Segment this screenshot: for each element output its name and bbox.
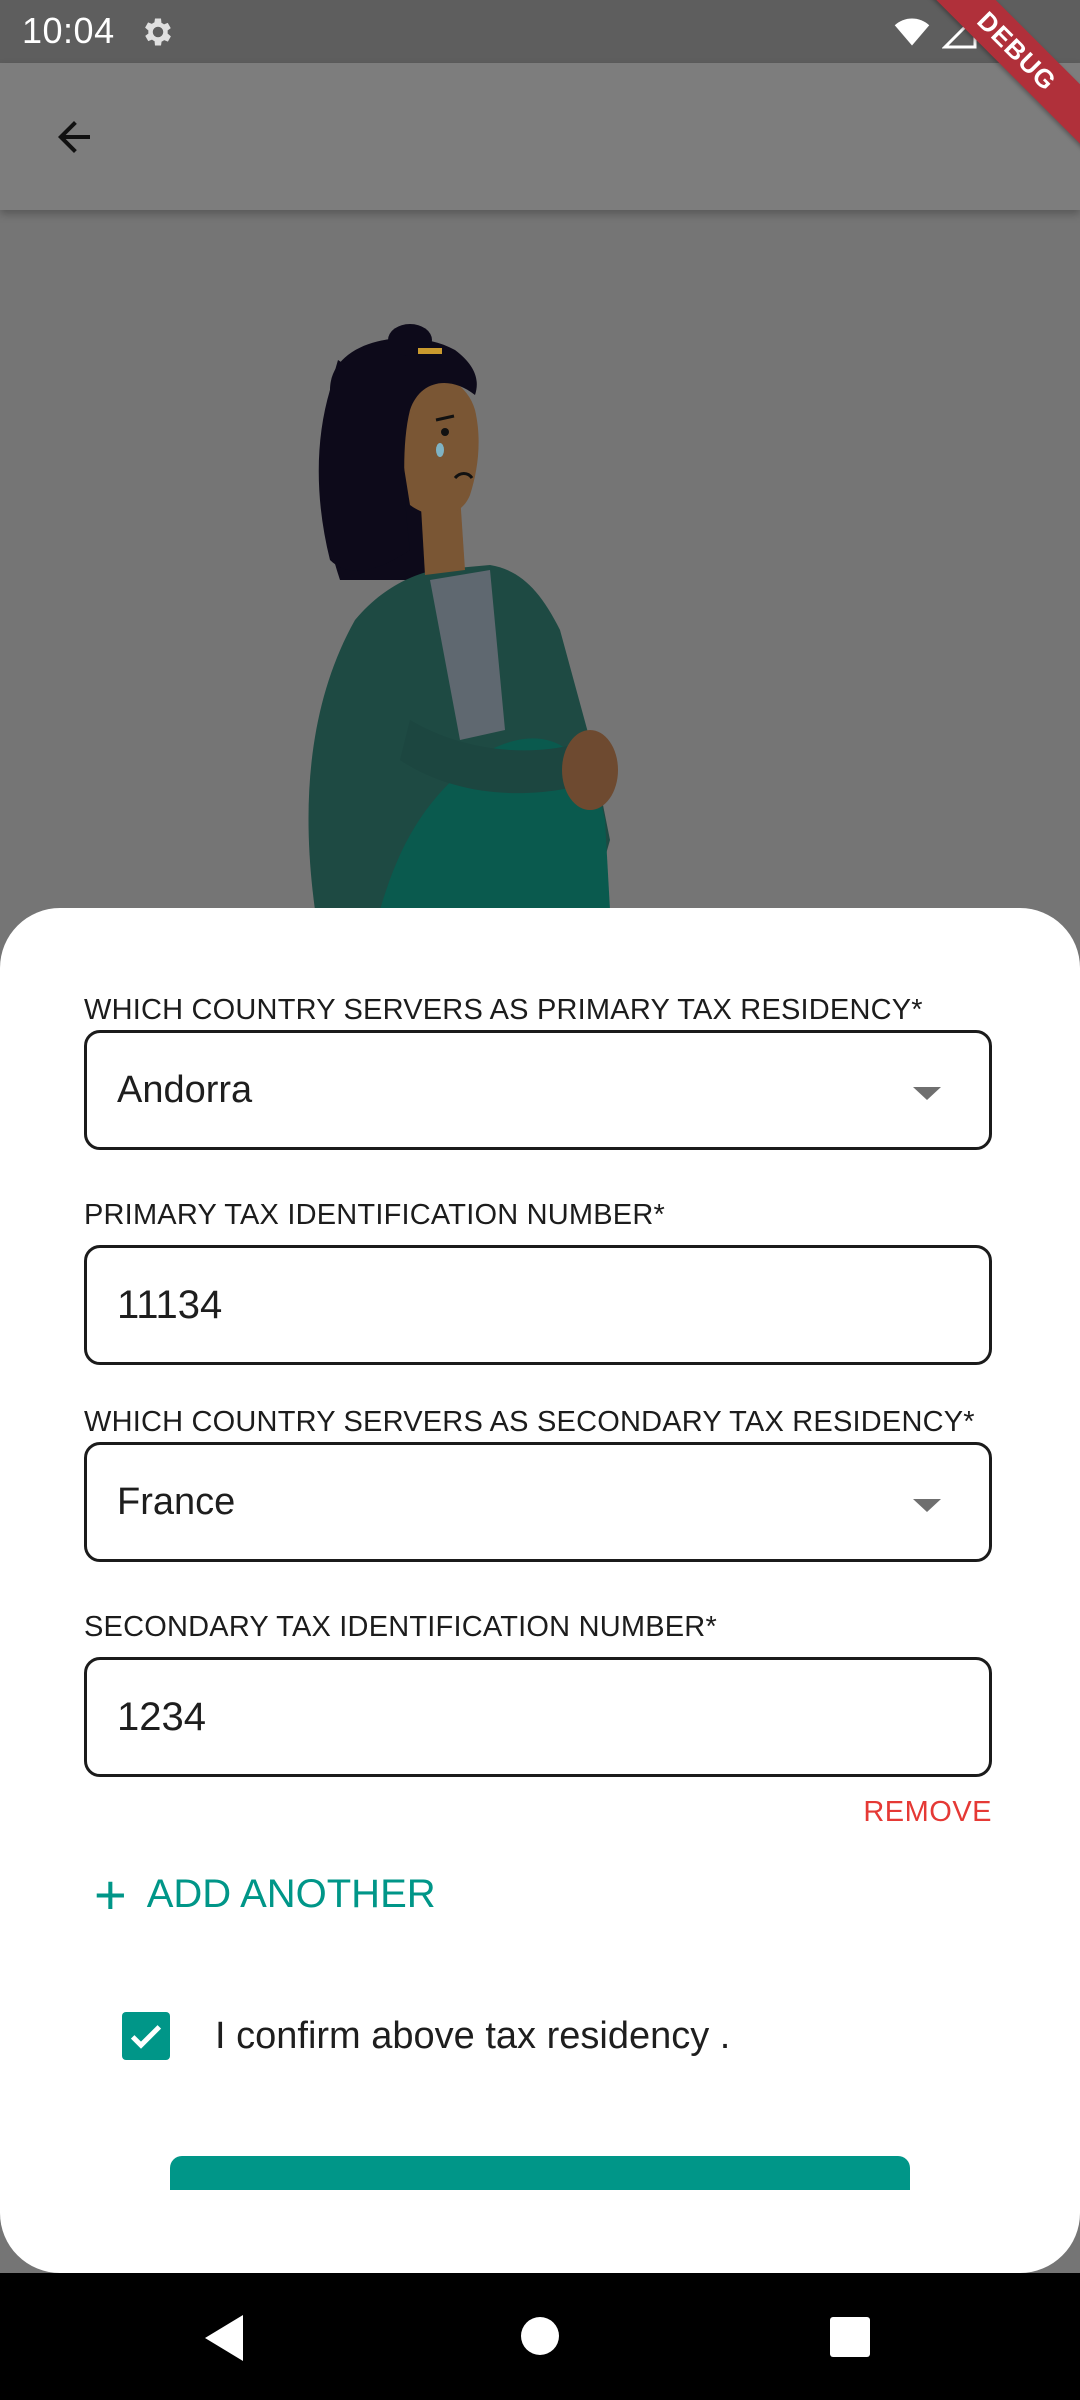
secondary-tin-label: SECONDARY TAX IDENTIFICATION NUMBER* (84, 1611, 717, 1643)
secondary-country-value: France (117, 1480, 236, 1523)
primary-tin-input[interactable] (87, 1248, 989, 1362)
back-button[interactable] (40, 103, 108, 171)
plus-icon: + (94, 1862, 127, 1926)
secondary-tin-field[interactable] (84, 1657, 992, 1777)
sad-woman-illustration (308, 324, 618, 910)
status-bar: 10:04 (0, 0, 1080, 63)
dropdown-arrow-icon (913, 1499, 941, 1512)
wifi-icon (894, 18, 930, 46)
secondary-tin-input[interactable] (87, 1660, 989, 1774)
remove-button[interactable]: REMOVE (863, 1796, 992, 1829)
submit-button[interactable] (170, 2156, 910, 2190)
primary-tin-label: PRIMARY TAX IDENTIFICATION NUMBER* (84, 1199, 665, 1231)
confirm-row: I confirm above tax residency . (122, 2012, 730, 2060)
primary-tin-field[interactable] (84, 1245, 992, 1365)
gear-icon (145, 18, 171, 46)
primary-country-dropdown[interactable]: Andorra (84, 1030, 992, 1150)
primary-country-value: Andorra (117, 1068, 253, 1111)
nav-back-icon[interactable] (205, 2315, 245, 2361)
add-another-button[interactable]: + ADD ANOTHER (94, 1862, 436, 1926)
secondary-country-label: WHICH COUNTRY SERVERS AS SECONDARY TAX R… (84, 1406, 975, 1438)
status-time: 10:04 (22, 10, 115, 51)
check-icon (130, 2025, 162, 2049)
add-another-label: ADD ANOTHER (146, 1872, 436, 1916)
system-nav-bar (0, 2273, 1080, 2400)
confirm-text: I confirm above tax residency . (215, 2014, 731, 2057)
nav-recents-icon[interactable] (830, 2317, 870, 2357)
arrow-back-icon (58, 121, 90, 153)
confirm-checkbox[interactable] (122, 2012, 170, 2060)
dropdown-arrow-icon (913, 1087, 941, 1100)
nav-home-icon[interactable] (521, 2317, 559, 2355)
app-bar (0, 63, 1080, 210)
secondary-country-dropdown[interactable]: France (84, 1442, 992, 1562)
primary-country-label: WHICH COUNTRY SERVERS AS PRIMARY TAX RES… (84, 994, 923, 1026)
